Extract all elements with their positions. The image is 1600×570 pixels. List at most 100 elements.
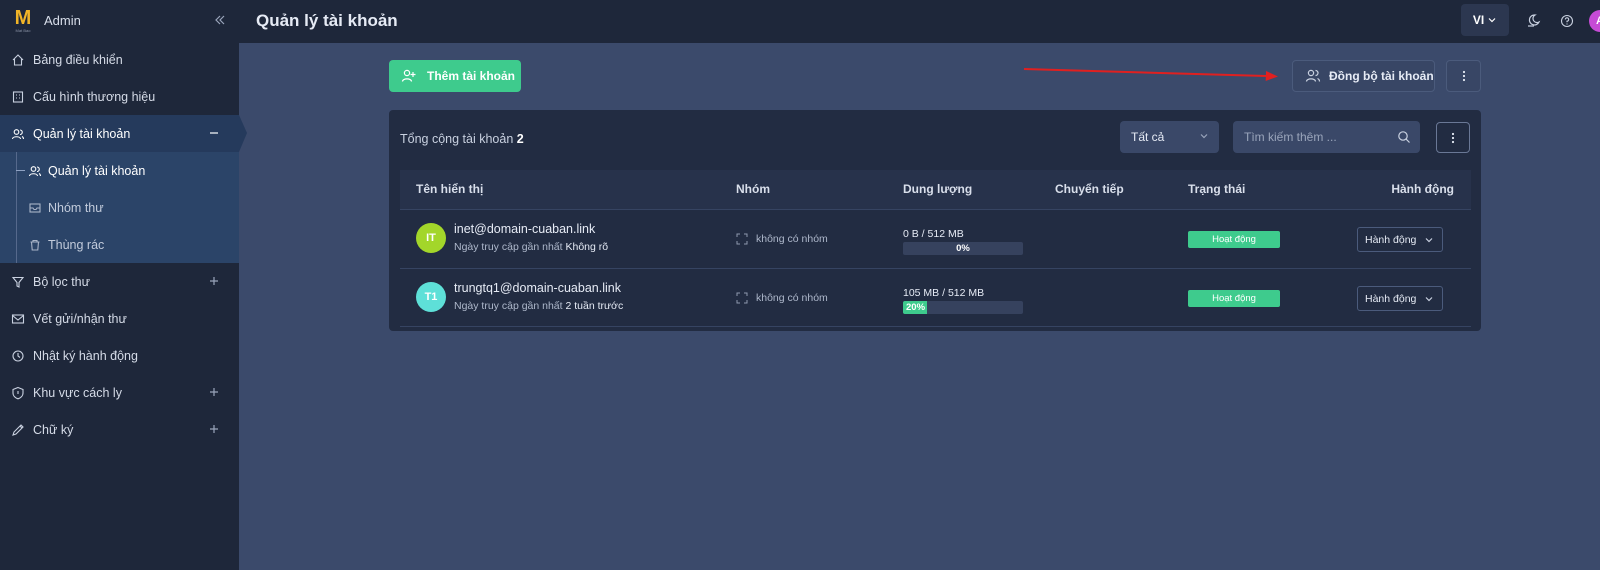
sidebar-nav-bottom: Bộ lọc thư Vết gửi/nhận thư Nhật ký hành…: [0, 263, 239, 448]
sidebar-item-mail-trace[interactable]: Vết gửi/nhận thư: [0, 300, 239, 337]
sidebar-item-account-management[interactable]: Quản lý tài khoản: [0, 115, 247, 152]
brand-name: Admin: [44, 13, 81, 28]
add-account-button[interactable]: Thêm tài khoản: [389, 60, 521, 92]
plus-icon[interactable]: [207, 422, 221, 436]
annotation-arrow: [1023, 68, 1278, 81]
quota-text: 105 MB / 512 MB: [903, 287, 985, 299]
group-cell: không có nhóm: [736, 292, 828, 304]
sync-accounts-label: Đồng bộ tài khoản: [1329, 69, 1434, 83]
more-vertical-icon: [1462, 70, 1466, 82]
filter-value: Tất cả: [1131, 130, 1165, 144]
status-badge: Hoạt động: [1188, 290, 1280, 307]
inbox-icon: [28, 201, 42, 215]
column-display-name[interactable]: Tên hiển thị: [416, 182, 483, 196]
account-email[interactable]: trungtq1@domain-cuaban.link: [454, 281, 621, 295]
building-icon: [11, 90, 25, 104]
sidebar-item-label: Quản lý tài khoản: [33, 126, 131, 141]
sidebar-item-signature[interactable]: Chữ ký: [0, 411, 239, 448]
chevron-down-icon: [1424, 235, 1434, 248]
sidebar-item-branding[interactable]: Cấu hình thương hiệu: [0, 78, 239, 115]
help-icon[interactable]: [1558, 12, 1576, 30]
accounts-table: Tên hiển thị Nhóm Dung lượng Chuyển tiếp…: [400, 170, 1471, 327]
sidebar-item-action-log[interactable]: Nhật ký hành động: [0, 337, 239, 374]
logo-subtext: Mat Bao: [15, 27, 31, 33]
plus-icon[interactable]: [207, 385, 221, 399]
account-email[interactable]: inet@domain-cuaban.link: [454, 222, 595, 236]
sidebar-subitem-accounts[interactable]: Quản lý tài khoản: [0, 152, 239, 189]
filter-icon: [11, 275, 25, 289]
theme-toggle-icon[interactable]: [1524, 12, 1542, 30]
users-icon: [1305, 68, 1321, 84]
column-status[interactable]: Trạng thái: [1188, 182, 1245, 196]
sidebar-item-quarantine[interactable]: Khu vực cách ly: [0, 374, 239, 411]
status-badge: Hoạt động: [1188, 231, 1280, 248]
last-access-value: 2 tuần trước: [565, 300, 624, 312]
sidebar-subitem-trash[interactable]: Thùng rác: [0, 226, 239, 263]
last-access-label: Ngày truy cập gần nhất: [454, 300, 563, 312]
add-user-icon: [401, 68, 417, 84]
chevron-down-icon: [1199, 130, 1209, 144]
row-action-dropdown[interactable]: Hành động: [1357, 227, 1443, 252]
no-group-icon: [736, 292, 748, 304]
column-actions: Hành động: [1391, 182, 1454, 196]
search-icon[interactable]: [1397, 130, 1411, 149]
sidebar-subitem-label: Nhóm thư: [48, 200, 104, 215]
minus-icon[interactable]: [207, 126, 221, 140]
logo: M Mat Bao: [11, 8, 35, 34]
users-icon: [28, 164, 42, 178]
column-quota[interactable]: Dung lượng: [903, 182, 972, 196]
users-icon: [11, 127, 25, 141]
last-access: Ngày truy cập gần nhất 2 tuần trước: [454, 300, 623, 312]
sidebar-item-mail-filter[interactable]: Bộ lọc thư: [0, 263, 239, 300]
group-cell: không có nhóm: [736, 233, 828, 245]
collapse-sidebar-icon[interactable]: [211, 11, 229, 29]
more-options-button[interactable]: [1446, 60, 1481, 92]
sync-accounts-button[interactable]: Đồng bộ tài khoản: [1292, 60, 1435, 92]
total-accounts: Tổng cộng tài khoản 2: [400, 132, 524, 146]
search-input[interactable]: [1244, 130, 1394, 144]
last-access: Ngày truy cập gần nhất Không rõ: [454, 241, 608, 253]
avatar: IT: [416, 223, 446, 253]
sidebar-item-label: Bảng điều khiển: [33, 52, 123, 67]
sidebar-item-label: Bộ lọc thư: [33, 274, 91, 289]
sidebar-nav: Bảng điều khiển Cấu hình thương hiệu Quả…: [0, 41, 247, 152]
history-icon: [11, 349, 25, 363]
usage-progress-bar: 0%: [903, 242, 1023, 255]
language-selector[interactable]: VI: [1461, 4, 1509, 36]
table-row[interactable]: T1 trungtq1@domain-cuaban.link Ngày truy…: [400, 268, 1471, 327]
user-avatar[interactable]: A: [1589, 10, 1600, 32]
top-bar: Quản lý tài khoản VI A: [239, 0, 1600, 43]
table-options-button[interactable]: [1436, 122, 1470, 153]
total-label: Tổng cộng tài khoản: [400, 132, 514, 146]
more-vertical-icon: [1451, 132, 1455, 144]
language-value: VI: [1472, 13, 1485, 27]
signature-icon: [11, 423, 25, 437]
sidebar: M Mat Bao Admin Bảng điều khiển Cấu hình…: [0, 0, 247, 570]
brand[interactable]: M Mat Bao Admin: [0, 0, 239, 41]
sidebar-item-label: Khu vực cách ly: [33, 385, 122, 400]
mail-icon: [11, 312, 25, 326]
column-group[interactable]: Nhóm: [736, 182, 770, 196]
plus-icon[interactable]: [207, 274, 221, 288]
last-access-value: Không rõ: [565, 241, 609, 253]
usage-progress-bar: 20%: [903, 301, 1023, 314]
accounts-card: Tổng cộng tài khoản 2 Tất cả Tên hiển th…: [389, 110, 1481, 331]
group-value: không có nhóm: [756, 292, 828, 304]
home-icon: [11, 53, 25, 67]
status-filter-select[interactable]: Tất cả: [1120, 121, 1219, 153]
table-header: Tên hiển thị Nhóm Dung lượng Chuyển tiếp…: [400, 170, 1471, 209]
column-forwarding[interactable]: Chuyển tiếp: [1055, 182, 1124, 196]
last-access-label: Ngày truy cập gần nhất: [454, 241, 563, 253]
row-action-dropdown[interactable]: Hành động: [1357, 286, 1443, 311]
sidebar-item-dashboard[interactable]: Bảng điều khiển: [0, 41, 239, 78]
group-value: không có nhóm: [756, 233, 828, 245]
search-box: [1233, 121, 1420, 153]
sidebar-subitem-mail-groups[interactable]: Nhóm thư: [0, 189, 239, 226]
chevron-down-icon: [1487, 15, 1497, 25]
table-row[interactable]: IT inet@domain-cuaban.link Ngày truy cập…: [400, 209, 1471, 268]
logo-letter: M: [14, 6, 32, 29]
action-label: Hành động: [1365, 233, 1417, 246]
sidebar-item-label: Vết gửi/nhận thư: [33, 311, 127, 326]
action-label: Hành động: [1365, 292, 1417, 305]
sidebar-subitem-label: Quản lý tài khoản: [48, 163, 146, 178]
